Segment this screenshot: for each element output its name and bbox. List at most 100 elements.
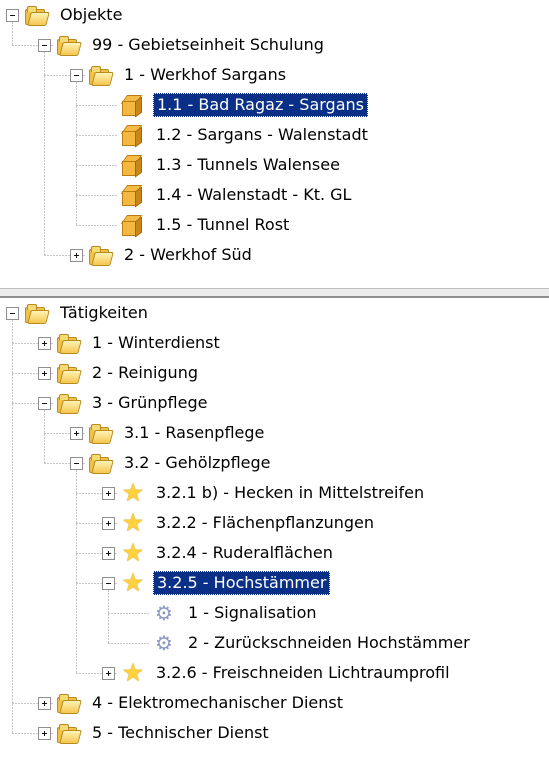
tree-node-label[interactable]: 1 - Werkhof Sargans bbox=[121, 64, 289, 86]
tree-node-5-technischer-dienst[interactable]: 5 - Technischer Dienst bbox=[0, 718, 549, 748]
folder-icon bbox=[88, 423, 114, 444]
box-icon-part bbox=[135, 186, 142, 208]
tree-node-label[interactable]: 3.2.2 - Flächenpflanzungen bbox=[153, 512, 377, 534]
collapse-toggle[interactable] bbox=[38, 397, 51, 410]
folder-icon-part bbox=[91, 460, 114, 474]
tree-node-2-reinigung[interactable]: 2 - Reinigung bbox=[0, 358, 549, 388]
expand-toggle[interactable] bbox=[102, 547, 115, 560]
tree-node-label[interactable]: 1.4 - Walenstadt - Kt. GL bbox=[153, 184, 354, 206]
tree-node-label[interactable]: Tätigkeiten bbox=[57, 302, 151, 324]
collapse-toggle[interactable] bbox=[38, 39, 51, 52]
tree-node-1-werkhof-sargans[interactable]: 1 - Werkhof Sargans bbox=[0, 60, 549, 90]
collapse-toggle[interactable] bbox=[70, 457, 83, 470]
expand-toggle[interactable] bbox=[102, 667, 115, 680]
expand-toggle[interactable] bbox=[70, 249, 83, 262]
tree-node-3-2-6-freischneiden-lichtraumprofil[interactable]: ★ 3.2.6 - Freischneiden Lichtraumprofil bbox=[0, 658, 549, 688]
tree-node-label[interactable]: 1.3 - Tunnels Walensee bbox=[153, 154, 343, 176]
box-icon bbox=[120, 124, 143, 148]
folder-icon-part bbox=[59, 42, 82, 56]
tree-node-3-2-2-flachenpflanzungen[interactable]: ★ 3.2.2 - Flächenpflanzungen bbox=[0, 508, 549, 538]
expand-toggle[interactable] bbox=[102, 517, 115, 530]
expand-toggle[interactable] bbox=[102, 487, 115, 500]
tree-node-1-1-bad-ragaz-sargans[interactable]: 1.1 - Bad Ragaz - Sargans bbox=[0, 90, 549, 120]
collapse-toggle[interactable] bbox=[6, 9, 19, 22]
folder-icon-part bbox=[59, 370, 82, 384]
collapse-toggle[interactable] bbox=[6, 307, 19, 320]
folder-icon-part bbox=[91, 252, 114, 266]
folder-icon bbox=[88, 453, 114, 474]
tree-node-label[interactable]: 4 - Elektromechanischer Dienst bbox=[89, 692, 346, 714]
box-icon bbox=[120, 94, 143, 118]
tree-node-label[interactable]: Objekte bbox=[57, 4, 125, 26]
tree-splitter[interactable] bbox=[0, 288, 549, 298]
tree-node-label[interactable]: 2 - Werkhof Süd bbox=[121, 244, 255, 266]
star-icon: ★ bbox=[121, 508, 145, 537]
tasks-tree-pane[interactable]: Tätigkeiten 1 - Winterdienst 2 - Reinigung… bbox=[0, 298, 549, 769]
tree-node-label[interactable]: 3.2 - Gehölzpflege bbox=[121, 452, 273, 474]
tree-node-1-5-tunnel-rost[interactable]: 1.5 - Tunnel Rost bbox=[0, 210, 549, 240]
folder-icon bbox=[88, 245, 114, 266]
tree-node-1-2-sargans-walenstadt[interactable]: 1.2 - Sargans - Walenstadt bbox=[0, 120, 549, 150]
folder-icon-part bbox=[59, 340, 82, 354]
tree-node-3-2-geholzpflege[interactable]: 3.2 - Gehölzpflege bbox=[0, 448, 549, 478]
collapse-toggle[interactable] bbox=[70, 69, 83, 82]
tree-node-2-werkhof-sud[interactable]: 2 - Werkhof Süd bbox=[0, 240, 549, 270]
tree-node-label[interactable]: 1 - Signalisation bbox=[185, 602, 320, 624]
tree-node-label[interactable]: 5 - Technischer Dienst bbox=[89, 722, 272, 744]
box-icon bbox=[120, 214, 143, 238]
expand-toggle[interactable] bbox=[38, 337, 51, 350]
folder-icon-part bbox=[59, 730, 82, 744]
folder-icon bbox=[56, 363, 82, 384]
tree-node-tatigkeiten[interactable]: Tätigkeiten bbox=[0, 298, 549, 328]
tree-node-1-winterdienst[interactable]: 1 - Winterdienst bbox=[0, 328, 549, 358]
folder-icon-part bbox=[59, 700, 82, 714]
gear-icon: ⚙ bbox=[155, 601, 173, 625]
tree-node-2-zuruckschneiden-hochstammer[interactable]: ⚙ 2 - Zurückschneiden Hochstämmer bbox=[0, 628, 549, 658]
tree-node-label[interactable]: 1 - Winterdienst bbox=[89, 332, 223, 354]
tree-node-1-signalisation[interactable]: ⚙ 1 - Signalisation bbox=[0, 598, 549, 628]
expand-toggle[interactable] bbox=[38, 727, 51, 740]
tree-node-label[interactable]: 3 - Grünpflege bbox=[89, 392, 210, 414]
tree-node-label[interactable]: 3.2.6 - Freischneiden Lichtraumprofil bbox=[153, 662, 453, 684]
tree-node-label[interactable]: 1.5 - Tunnel Rost bbox=[153, 214, 292, 236]
collapse-toggle[interactable] bbox=[102, 577, 115, 590]
expand-toggle[interactable] bbox=[38, 367, 51, 380]
folder-icon-part bbox=[27, 310, 50, 324]
tree-node-4-elektromechanischer-dienst[interactable]: 4 - Elektromechanischer Dienst bbox=[0, 688, 549, 718]
expand-toggle[interactable] bbox=[70, 427, 83, 440]
folder-icon bbox=[56, 723, 82, 744]
tree-node-label[interactable]: 3.2.1 b) - Hecken in Mittelstreifen bbox=[153, 482, 427, 504]
star-icon: ★ bbox=[121, 568, 145, 597]
star-icon: ★ bbox=[121, 478, 145, 507]
tree-node-label[interactable]: 99 - Gebietseinheit Schulung bbox=[89, 34, 327, 56]
box-icon bbox=[120, 154, 143, 178]
tree-node-1-4-walenstadt-kt-gl[interactable]: 1.4 - Walenstadt - Kt. GL bbox=[0, 180, 549, 210]
folder-icon-part bbox=[27, 12, 50, 26]
tree-node-1-3-tunnels-walensee[interactable]: 1.3 - Tunnels Walensee bbox=[0, 150, 549, 180]
tree-node-label[interactable]: 1.1 - Bad Ragaz - Sargans bbox=[153, 93, 368, 117]
tree-node-3-2-1-b-hecken-in-mittelstreifen[interactable]: ★ 3.2.1 b) - Hecken in Mittelstreifen bbox=[0, 478, 549, 508]
box-icon bbox=[120, 184, 143, 208]
box-icon-part bbox=[135, 96, 142, 118]
tree-node-label[interactable]: 2 - Reinigung bbox=[89, 362, 201, 384]
tree-node-label[interactable]: 3.2.5 - Hochstämmer bbox=[153, 571, 331, 595]
tree-node-label[interactable]: 2 - Zurückschneiden Hochstämmer bbox=[185, 632, 473, 654]
tree-node-label[interactable]: 1.2 - Sargans - Walenstadt bbox=[153, 124, 371, 146]
tree-node-objekte[interactable]: Objekte bbox=[0, 0, 549, 30]
star-icon: ★ bbox=[121, 658, 145, 687]
tree-node-3-1-rasenpflege[interactable]: 3.1 - Rasenpflege bbox=[0, 418, 549, 448]
tree-node-label[interactable]: 3.1 - Rasenpflege bbox=[121, 422, 267, 444]
tree-node-3-grunpflege[interactable]: 3 - Grünpflege bbox=[0, 388, 549, 418]
box-icon-part bbox=[135, 126, 142, 148]
tree-node-3-2-4-ruderalflachen[interactable]: ★ 3.2.4 - Ruderalflächen bbox=[0, 538, 549, 568]
objects-tree-pane[interactable]: Objekte 99 - Gebietseinheit Schulung 1 - W… bbox=[0, 0, 549, 288]
tree-node-3-2-5-hochstammer[interactable]: ★ 3.2.5 - Hochstämmer bbox=[0, 568, 549, 598]
star-icon: ★ bbox=[121, 538, 145, 567]
tree-node-label[interactable]: 3.2.4 - Ruderalflächen bbox=[153, 542, 336, 564]
folder-icon bbox=[56, 693, 82, 714]
tree-node-99-gebietseinheit-schulung[interactable]: 99 - Gebietseinheit Schulung bbox=[0, 30, 549, 60]
folder-icon bbox=[24, 5, 50, 26]
box-icon-part bbox=[135, 156, 142, 178]
expand-toggle[interactable] bbox=[38, 697, 51, 710]
gear-icon: ⚙ bbox=[155, 631, 173, 655]
